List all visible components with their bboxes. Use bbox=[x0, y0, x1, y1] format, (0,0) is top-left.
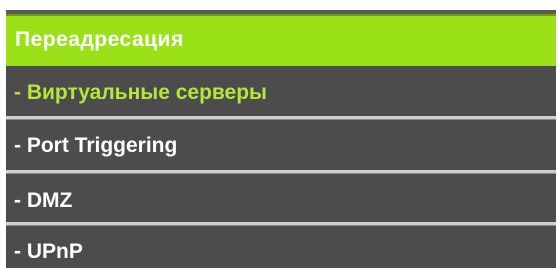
menu-item-dmz[interactable]: - DMZ bbox=[6, 174, 556, 224]
menu-top-border bbox=[6, 0, 556, 14]
menu-item-upnp[interactable]: - UPnP bbox=[6, 226, 556, 268]
menu-item-label: - UPnP bbox=[14, 240, 83, 263]
menu-item-virtual-servers[interactable]: - Виртуальные серверы bbox=[6, 66, 556, 118]
menu-item-label: - DMZ bbox=[14, 189, 73, 212]
menu-header-label: Переадресация bbox=[15, 28, 184, 51]
menu-header-forwarding[interactable]: Переадресация bbox=[6, 14, 556, 66]
menu-item-label: - Виртуальные серверы bbox=[14, 81, 267, 104]
menu-item-label: - Port Triggering bbox=[14, 134, 178, 157]
forwarding-menu: Переадресация - Виртуальные серверы - Po… bbox=[6, 0, 556, 268]
menu-item-port-triggering[interactable]: - Port Triggering bbox=[6, 120, 556, 172]
